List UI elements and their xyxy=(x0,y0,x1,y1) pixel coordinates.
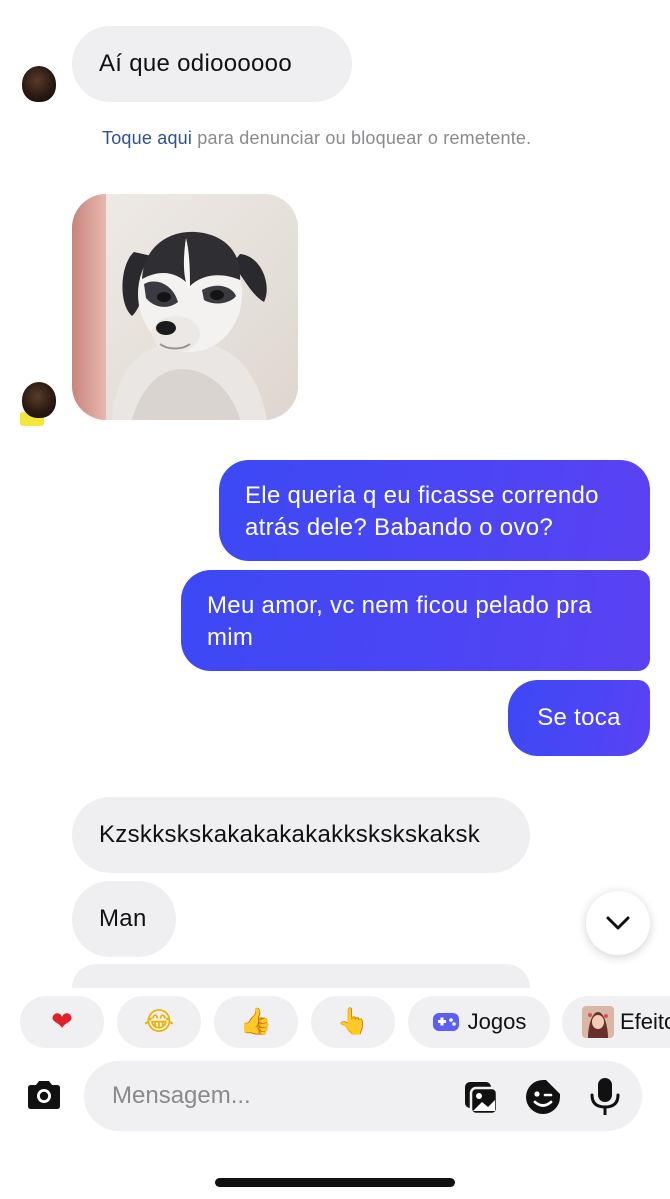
sticker-button[interactable] xyxy=(524,1078,562,1116)
outgoing-message[interactable]: Meu amor, vc nem ficou pelado pra mim xyxy=(181,570,650,671)
laughing-emoji-icon: 😂 xyxy=(143,1007,175,1037)
reaction-thumbs-up-button[interactable]: 👍 xyxy=(214,996,298,1048)
message-text-line: atrás dele? Babando o ovo? xyxy=(245,514,554,541)
report-notice: Toque aqui para denunciar ou bloquear o … xyxy=(102,128,531,149)
scroll-to-bottom-button[interactable] xyxy=(586,891,650,955)
microphone-button[interactable] xyxy=(586,1076,624,1116)
outgoing-message[interactable]: Se toca xyxy=(508,680,650,756)
gamepad-icon xyxy=(432,1013,459,1031)
effects-button[interactable]: Efeito xyxy=(562,996,670,1048)
photo-message-dog[interactable] xyxy=(72,194,298,420)
reaction-laugh-button[interactable]: 😂 xyxy=(117,996,201,1048)
outgoing-message[interactable]: Ele queria q eu ficasse correndo atrás d… xyxy=(219,460,650,561)
message-text: Kzskkskskakakakakakkskskskaksk xyxy=(99,821,481,848)
camera-icon xyxy=(28,1081,60,1109)
reaction-heart-button[interactable]: ❤ xyxy=(20,996,104,1048)
message-text: Man xyxy=(99,905,147,932)
sender-avatar[interactable] xyxy=(20,66,56,106)
sender-avatar[interactable] xyxy=(20,382,56,426)
report-link[interactable]: Toque aqui xyxy=(102,128,192,148)
avatar-image xyxy=(22,382,56,418)
message-input[interactable] xyxy=(112,1061,442,1131)
report-text: para denunciar ou bloquear o remetente. xyxy=(192,128,532,148)
incoming-message-partial[interactable] xyxy=(72,964,530,988)
message-text: Se toca xyxy=(537,704,621,731)
thumbs-up-icon: 👍 xyxy=(239,1007,273,1037)
dog-photo-image xyxy=(72,194,298,420)
message-text-line: Ele queria q eu ficasse correndo xyxy=(245,482,599,509)
effects-thumbnail-icon xyxy=(582,1006,614,1038)
home-indicator xyxy=(215,1178,455,1187)
camera-button[interactable] xyxy=(22,1074,66,1118)
message-composer xyxy=(84,1061,642,1131)
chevron-down-icon xyxy=(606,916,630,930)
gallery-button[interactable] xyxy=(462,1078,500,1116)
message-text-line: Meu amor, vc nem ficou pelado pra xyxy=(207,592,592,619)
incoming-message[interactable]: Aí que odioooooo xyxy=(72,26,352,102)
message-text: Aí que odioooooo xyxy=(99,50,292,77)
games-label: Jogos xyxy=(467,1009,527,1034)
effects-label: Efeito xyxy=(620,1009,670,1034)
incoming-message[interactable]: Man xyxy=(72,881,176,957)
message-text-line: mim xyxy=(207,624,254,651)
reaction-point-button[interactable]: 👆 xyxy=(311,996,395,1048)
incoming-message[interactable]: Kzskkskskakakakakakkskskskaksk xyxy=(72,797,530,873)
pointing-hand-icon: 👆 xyxy=(336,1007,370,1037)
sticker-icon xyxy=(526,1080,560,1114)
avatar-image xyxy=(22,66,56,102)
microphone-icon xyxy=(590,1078,620,1115)
games-button[interactable]: Jogos xyxy=(408,996,550,1048)
heart-icon: ❤ xyxy=(51,1007,73,1037)
gallery-icon xyxy=(465,1082,499,1116)
